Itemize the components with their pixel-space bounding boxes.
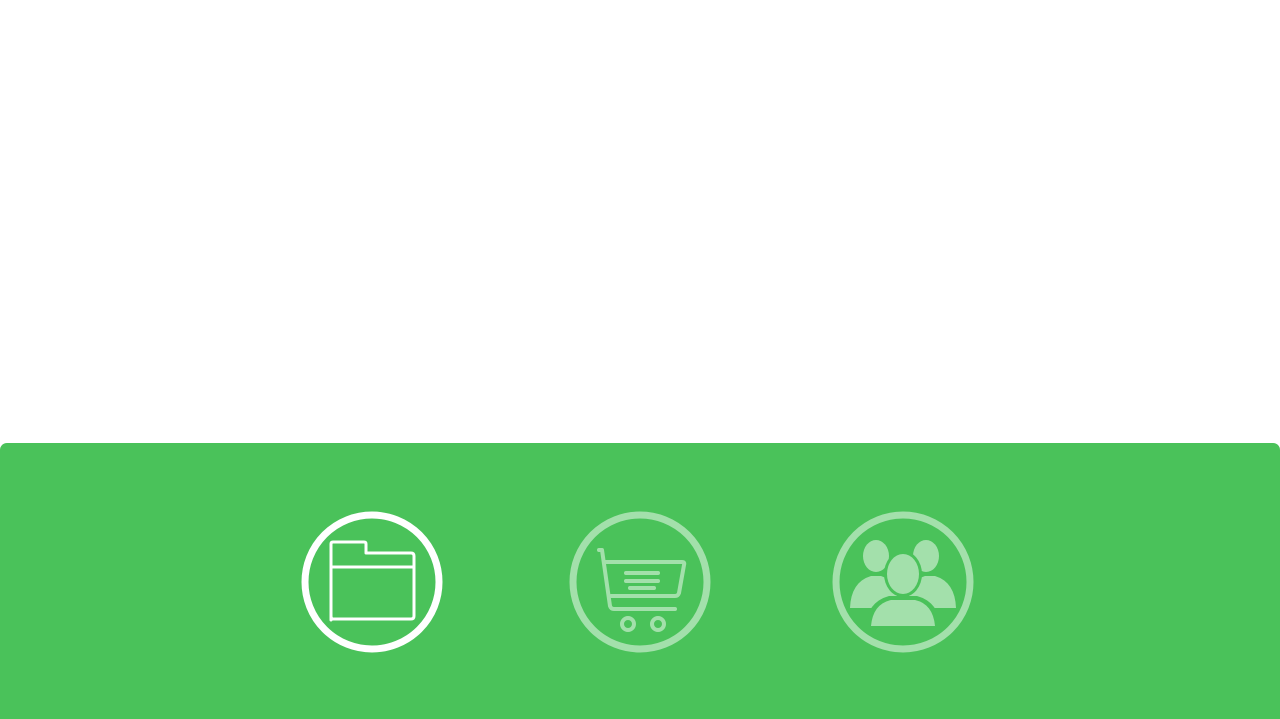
users-nav-button[interactable] [831,510,975,654]
bottom-nav-panel [0,443,1280,719]
folder-nav-button[interactable] [300,510,444,654]
app-screen [0,0,1280,719]
content-area [0,0,1280,443]
folder-icon [301,511,443,653]
shopping-cart-icon [569,511,711,653]
cart-nav-button[interactable] [568,510,712,654]
users-group-icon [832,511,974,653]
